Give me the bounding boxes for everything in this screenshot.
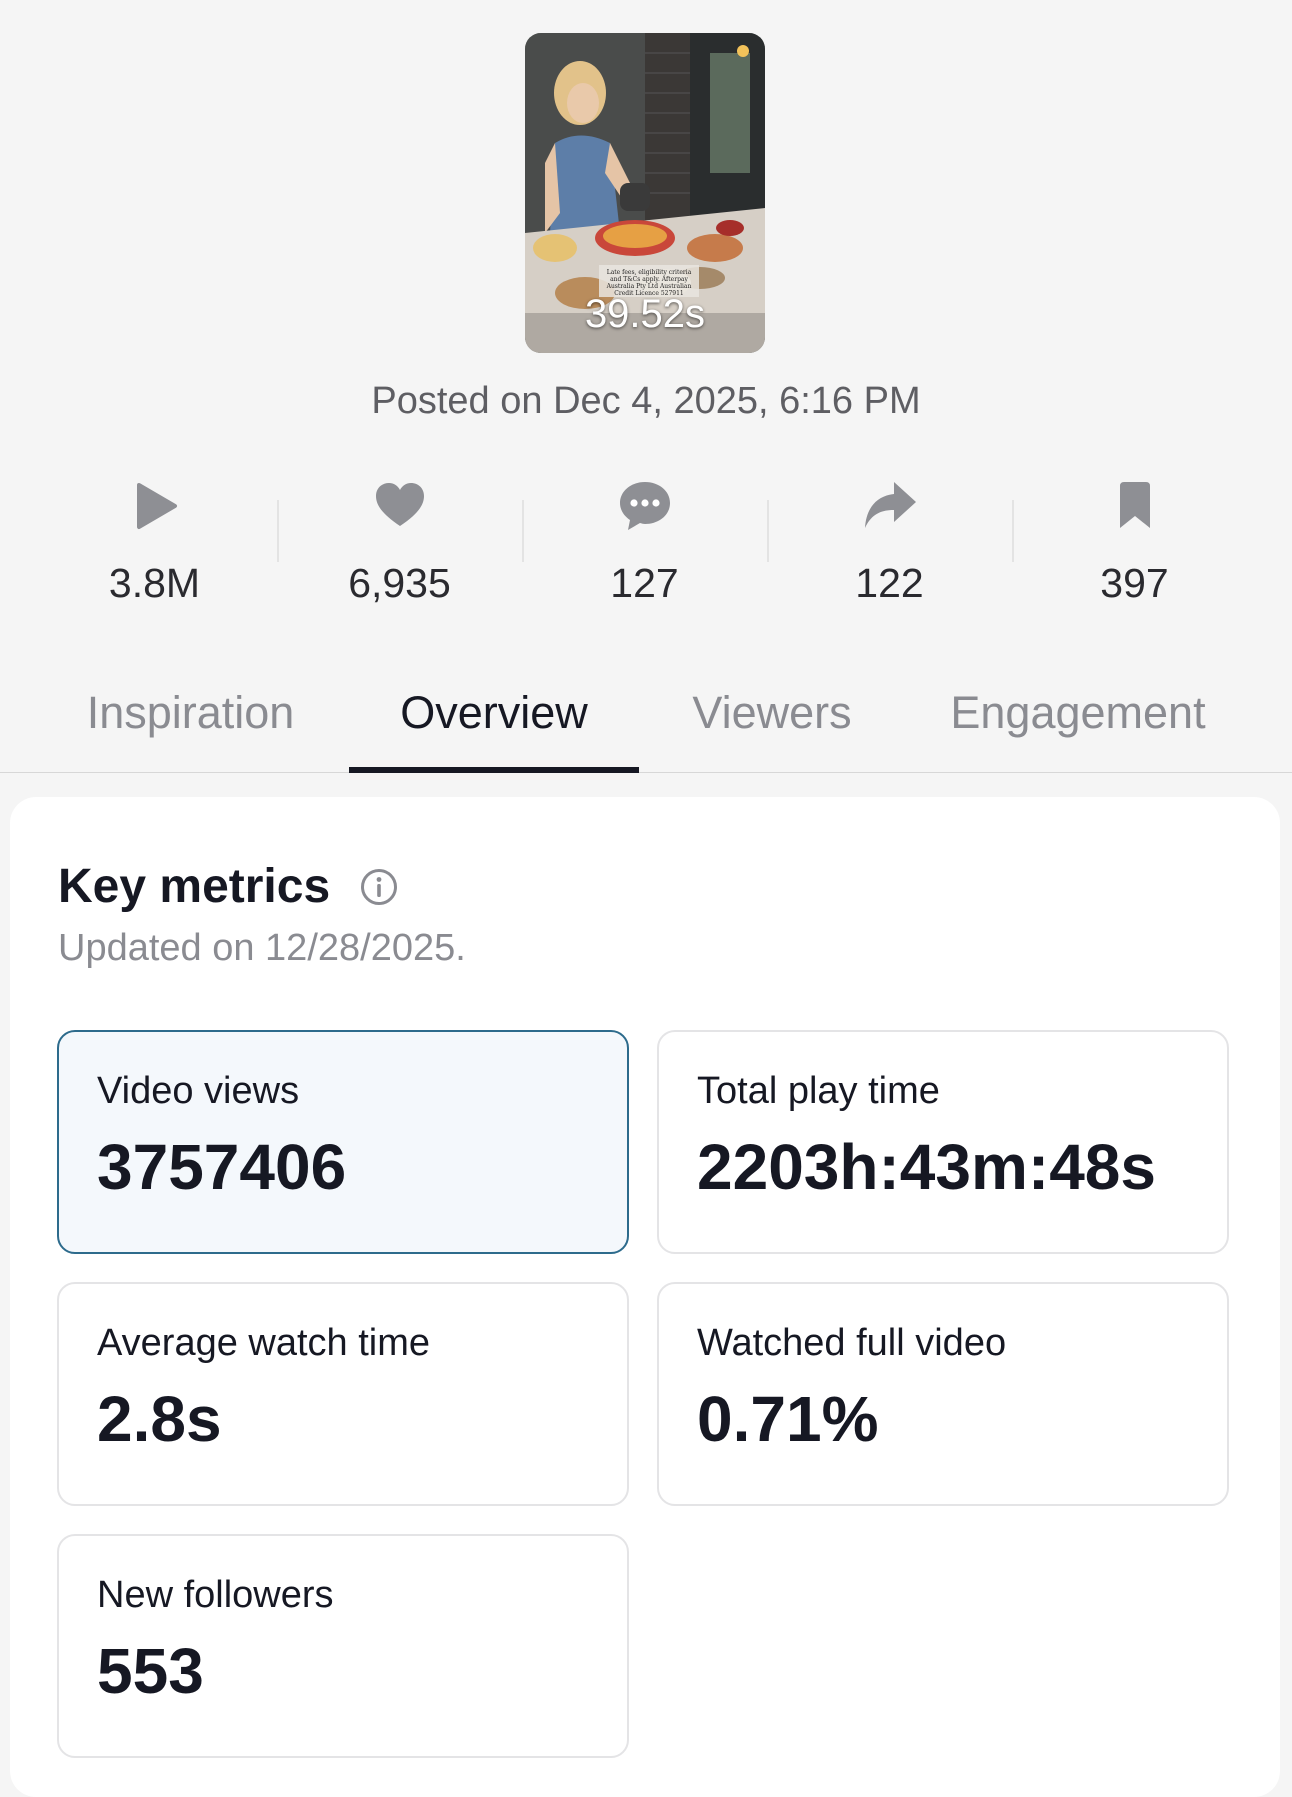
tab-viewers[interactable]: Viewers bbox=[686, 680, 858, 772]
metric-label: Video views bbox=[97, 1070, 300, 1112]
stat-favorites: 397 bbox=[1012, 474, 1257, 624]
posted-date: Posted on Dec 4, 2025, 6:16 PM bbox=[371, 380, 921, 422]
metric-value: 3757406 bbox=[97, 1131, 347, 1203]
stat-shares: 122 bbox=[767, 474, 1012, 624]
metric-value: 0.71% bbox=[697, 1383, 879, 1455]
metric-total-play-time[interactable]: Total play time 2203h:43m:48s bbox=[657, 1030, 1229, 1254]
tab-inspiration[interactable]: Inspiration bbox=[78, 680, 303, 772]
active-tab-indicator bbox=[349, 767, 639, 773]
play-icon bbox=[127, 478, 183, 534]
stat-likes: 6,935 bbox=[277, 474, 522, 624]
metric-watched-full-video[interactable]: Watched full video 0.71% bbox=[657, 1282, 1229, 1506]
metric-video-views[interactable]: Video views 3757406 bbox=[57, 1030, 629, 1254]
video-thumbnail[interactable]: Late fees, eligibility criteria and T&Cs… bbox=[525, 33, 765, 353]
info-icon[interactable] bbox=[360, 868, 398, 906]
tab-overview[interactable]: Overview bbox=[349, 680, 639, 772]
metric-value: 2203h:43m:48s bbox=[697, 1131, 1156, 1203]
key-metrics-title: Key metrics bbox=[58, 860, 331, 913]
tab-engagement[interactable]: Engagement bbox=[945, 680, 1211, 772]
comment-icon bbox=[617, 478, 673, 534]
metric-average-watch-time[interactable]: Average watch time 2.8s bbox=[57, 1282, 629, 1506]
heart-icon bbox=[372, 478, 428, 534]
stat-value: 127 bbox=[610, 560, 679, 606]
metric-label: Average watch time bbox=[97, 1322, 431, 1364]
key-metrics-card: Key metrics Updated on 12/28/2025. Video… bbox=[10, 797, 1280, 1797]
stat-comments: 127 bbox=[522, 474, 767, 624]
metric-value: 553 bbox=[97, 1635, 204, 1707]
stat-value: 122 bbox=[855, 560, 924, 606]
stat-value: 397 bbox=[1100, 560, 1169, 606]
metric-label: Watched full video bbox=[697, 1322, 1007, 1364]
stat-value: 6,935 bbox=[348, 560, 451, 606]
stat-views: 3.8M bbox=[32, 474, 277, 624]
analytics-tabs: Inspiration Overview Viewers Engagement bbox=[0, 680, 1292, 773]
bookmark-icon bbox=[1107, 478, 1163, 534]
video-stats: 3.8M 6,935 127 122 397 bbox=[32, 474, 1257, 624]
video-duration: 39.52s bbox=[584, 292, 706, 336]
stat-value: 3.8M bbox=[108, 560, 201, 606]
metric-new-followers[interactable]: New followers 553 bbox=[57, 1534, 629, 1758]
metric-label: Total play time bbox=[697, 1070, 940, 1112]
metric-label: New followers bbox=[97, 1574, 334, 1616]
share-icon bbox=[862, 478, 918, 534]
metric-value: 2.8s bbox=[97, 1383, 222, 1455]
updated-date: Updated on 12/28/2025. bbox=[58, 927, 466, 969]
